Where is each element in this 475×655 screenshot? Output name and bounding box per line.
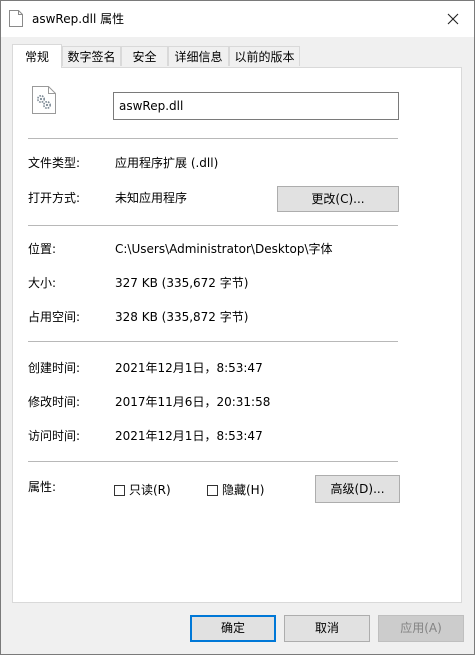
- created-label: 创建时间:: [28, 361, 81, 375]
- dll-file-icon: [32, 86, 56, 114]
- hidden-label: 隐藏(H): [222, 483, 265, 497]
- advanced-button[interactable]: 高级(D)...: [315, 475, 400, 503]
- attributes-label: 属性:: [28, 480, 57, 494]
- tab-previous-versions[interactable]: 以前的版本: [229, 46, 300, 66]
- hidden-checkbox[interactable]: 隐藏(H): [207, 482, 264, 498]
- created-value: 2021年12月1日，8:53:47: [115, 361, 263, 375]
- tab-security[interactable]: 安全: [121, 46, 168, 66]
- apply-button[interactable]: 应用(A): [378, 615, 464, 642]
- location-label: 位置:: [28, 242, 57, 256]
- location-value: C:\Users\Administrator\Desktop\字体: [115, 242, 333, 256]
- general-panel: 文件类型: 应用程序扩展 (.dll) 打开方式: 未知应用程序 更改(C)..…: [12, 67, 462, 603]
- open-with-value: 未知应用程序: [115, 191, 188, 205]
- close-button[interactable]: [440, 7, 466, 31]
- accessed-label: 访问时间:: [28, 429, 81, 443]
- tab-digital-signatures[interactable]: 数字签名: [62, 46, 121, 66]
- close-icon: [447, 13, 459, 25]
- checkbox-box[interactable]: [114, 484, 125, 496]
- separator: [28, 225, 398, 226]
- cancel-button[interactable]: 取消: [284, 615, 370, 642]
- separator: [28, 138, 398, 139]
- separator: [28, 341, 398, 342]
- modified-label: 修改时间:: [28, 395, 81, 409]
- file-icon: [9, 10, 23, 27]
- open-with-label: 打开方式:: [28, 191, 81, 205]
- title-bar: aswRep.dll 属性: [1, 1, 474, 37]
- size-on-disk-value: 328 KB (335,872 字节): [115, 310, 249, 324]
- file-type-value: 应用程序扩展 (.dll): [115, 156, 219, 170]
- size-on-disk-label: 占用空间:: [28, 310, 81, 324]
- size-value: 327 KB (335,672 字节): [115, 276, 249, 290]
- separator: [28, 461, 398, 462]
- properties-window: aswRep.dll 属性 常规 数字签名 安全 详细信息 以前的版本 文件类型…: [0, 0, 475, 655]
- checkbox-box[interactable]: [207, 484, 218, 496]
- file-name-input[interactable]: [113, 92, 399, 120]
- window-title: aswRep.dll 属性: [32, 12, 125, 26]
- ok-button[interactable]: 确定: [190, 615, 276, 642]
- change-button[interactable]: 更改(C)...: [277, 186, 399, 212]
- readonly-checkbox[interactable]: 只读(R): [114, 482, 171, 498]
- tab-general[interactable]: 常规: [12, 44, 62, 68]
- file-type-label: 文件类型:: [28, 156, 81, 170]
- accessed-value: 2021年12月1日，8:53:47: [115, 429, 263, 443]
- tab-strip: 常规 数字签名 安全 详细信息 以前的版本: [12, 44, 472, 68]
- size-label: 大小:: [28, 276, 57, 290]
- modified-value: 2017年11月6日，20:31:58: [115, 395, 271, 409]
- tab-details[interactable]: 详细信息: [168, 46, 229, 66]
- readonly-label: 只读(R): [129, 483, 171, 497]
